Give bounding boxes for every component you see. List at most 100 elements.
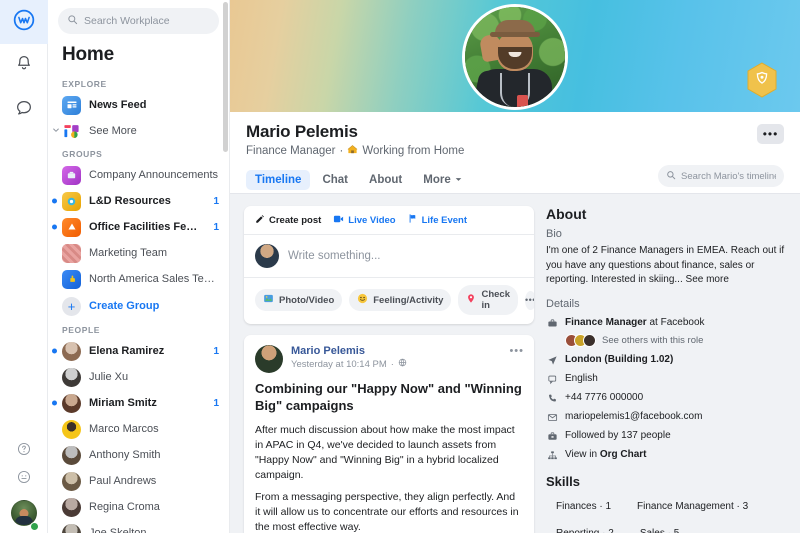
sidebar-scrollbar[interactable] [223,0,228,533]
tab-label: More [423,173,451,186]
role-face-stack [565,333,596,347]
sidebar-person-anthony-smith[interactable]: Anthony Smith [48,442,229,468]
sidebar-item-label: L&D Resources [89,195,171,207]
tab-more[interactable]: More [414,170,470,190]
detail-org-chart[interactable]: View in Org Chart [546,449,786,461]
rail-notifications[interactable] [0,44,48,88]
avatar [255,244,279,268]
photo-video-button[interactable]: Photo/Video [255,289,343,311]
scrollbar-thumb[interactable] [223,2,228,152]
detail-language: English [546,373,786,385]
sidebar-group-north-america-sales-team[interactable]: North America Sales Team [48,266,229,292]
avatar[interactable] [255,345,283,373]
post-menu-button[interactable]: ••• [509,345,524,357]
detail-followers: Followed by 137 people [546,430,786,442]
avatar [62,471,81,491]
caret-down-icon [455,174,462,186]
groups-section-label: GROUPS [62,149,103,159]
sidebar-person-paul-andrews[interactable]: Paul Andrews [48,468,229,494]
chip-label: Photo/Video [279,294,335,306]
sidebar-search-wrap [48,0,229,34]
skill-pill[interactable]: Finance Management · 3 [627,495,759,517]
sidebar-item-label: Office Facilities Feedback [89,221,201,233]
role-others-label[interactable]: See others with this role [602,335,703,346]
detail-email: mariopelemis1@facebook.com [546,411,786,423]
composer-more-button[interactable]: ••• [524,290,534,310]
sidebar-group-company-announcements[interactable]: Company Announcements [48,162,229,188]
sidebar-person-miriam-smitz[interactable]: Miriam Smitz 1 [48,390,229,416]
create-post-button[interactable]: Create post [255,214,321,227]
detail-text: Followed by 137 people [565,429,671,441]
role-others[interactable]: See others with this role [565,333,786,347]
life-event-button[interactable]: Life Event [408,213,467,227]
sidebar-item-news-feed[interactable]: News Feed [48,92,229,118]
create-group-button[interactable]: + Create Group [48,292,229,320]
sidebar-group-office-facilities-feedback[interactable]: Office Facilities Feedback 1 [48,214,229,240]
live-video-button[interactable]: Live Video [333,214,396,227]
avatar [62,497,81,517]
sidebar-person-marco-marcos[interactable]: Marco Marcos [48,416,229,442]
group-icon [62,269,81,289]
rail-feedback-button[interactable] [0,465,48,493]
feeling-activity-button[interactable]: Feeling/Activity [349,289,452,311]
profile-id-badge [517,95,528,107]
skill-pill[interactable]: Sales · 5 [629,522,690,533]
composer-action-label: Create post [269,214,322,226]
group-icon [62,165,81,185]
cover-photo[interactable] [230,0,800,112]
unread-indicator [52,400,57,406]
detail-text: English [565,372,598,384]
sidebar-person-regina-croma[interactable]: Regina Croma [48,494,229,520]
news-feed-icon [62,95,81,115]
bio-label: Bio [546,228,562,240]
check-in-button[interactable]: Check in [458,285,518,315]
detail-text[interactable]: mariopelemis1@facebook.com [565,411,702,422]
composer-input-row[interactable]: Write something... [244,235,534,277]
shield-badge-icon [746,62,778,98]
detail-bold[interactable]: Org Chart [600,449,647,460]
sidebar-item-label: See More [89,125,137,137]
rail-user-avatar[interactable] [0,493,48,533]
post-author[interactable]: Mario Pelemis [291,345,407,357]
org-chart-icon [546,450,558,461]
workplace-app: Home EXPLORE News Feed [0,0,800,533]
rail-workplace-home[interactable] [0,0,48,44]
sidebar-item-label: Company Announcements [89,169,219,181]
timeline-search-box[interactable] [658,165,784,187]
phone-icon [546,393,558,404]
profile-role: Finance Manager [246,145,336,157]
detail-bold: Finance Manager [565,316,647,328]
detail-location: London (Building 1.02) [546,354,786,366]
rail-help-button[interactable] [0,437,48,465]
see-more-link[interactable]: See more [686,274,729,285]
search-input[interactable] [84,15,210,27]
profile-more-button[interactable]: ••• [757,124,784,144]
tab-about[interactable]: About [360,170,411,190]
about-heading: About [546,206,587,222]
skill-pill[interactable]: Reporting · 2 [546,522,624,533]
detail-prefix: View in [565,448,600,460]
rail-chat[interactable] [0,88,48,132]
detail-text: London (Building 1.02) [565,354,673,365]
sidebar-item-label: News Feed [89,99,147,111]
sidebar-group-marketing-team[interactable]: Marketing Team [48,240,229,266]
sidebar-group-ld-resources[interactable]: L&D Resources 1 [48,188,229,214]
profile-picture[interactable] [462,4,568,110]
sidebar-person-julie-xu[interactable]: Julie Xu [48,364,229,390]
profile-status: Working from Home [362,145,465,157]
unread-count: 1 [213,345,219,357]
sidebar-item-see-more[interactable]: See More [48,118,229,144]
details-label: Details [546,297,580,310]
tab-timeline[interactable]: Timeline [246,169,311,190]
sidebar-person-joe-skelton[interactable]: Joe Skelton [48,520,229,533]
unread-count: 1 [213,195,219,207]
avatar [62,523,81,533]
search-icon [666,167,676,185]
tab-label: Chat [322,173,349,186]
search-box[interactable] [58,8,219,34]
sidebar-person-elena-ramirez[interactable]: Elena Ramirez 1 [48,338,229,364]
tab-chat[interactable]: Chat [313,170,357,190]
profile-identity-bar: Mario Pelemis Finance Manager · Working … [230,112,800,158]
timeline-search-input[interactable] [681,170,776,182]
skill-pill[interactable]: Finances · 1 [546,495,622,517]
